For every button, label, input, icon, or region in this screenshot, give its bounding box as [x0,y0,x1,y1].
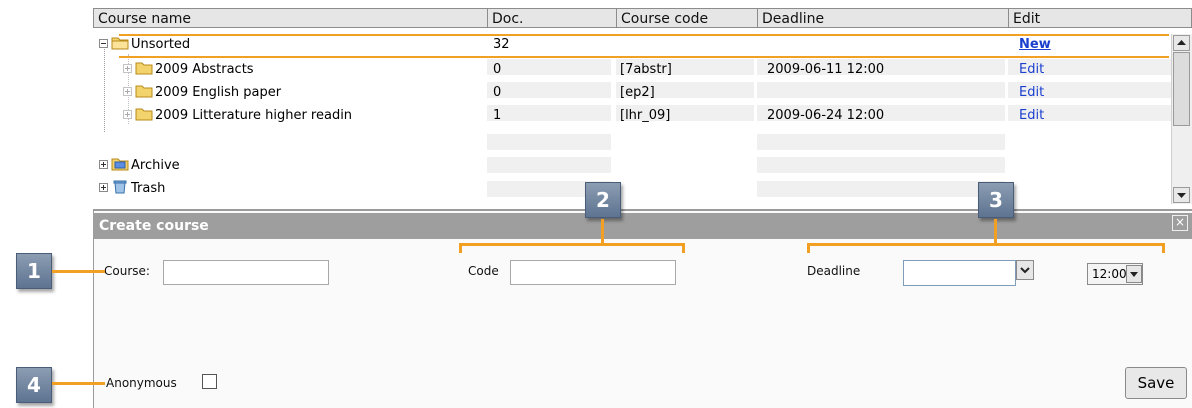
expand-icon[interactable] [123,87,132,96]
archive-folder-icon [111,158,129,171]
panel-header [93,213,1192,239]
callout-bracket-2 [459,243,685,246]
folder-label: Trash [131,181,166,196]
deadline: 2009-06-11 12:00 [767,62,885,77]
column-header-doc[interactable]: Doc. [487,8,617,28]
callout-line-4 [52,382,105,385]
callout-line-3 [994,219,997,245]
trash-icon [113,180,127,194]
triangle-down-icon [1130,272,1138,277]
callout-badge-3: 3 [978,182,1014,218]
deadline: 2009-06-24 12:00 [767,108,885,123]
expand-icon[interactable] [99,160,108,169]
callout-badge-1: 1 [16,253,52,289]
folder-archive[interactable]: Archive [93,155,473,177]
course-code: [ep2] [620,85,655,100]
course-name: 2009 English paper [155,85,282,100]
expand-icon[interactable] [99,183,108,192]
doc-count: 32 [493,37,510,52]
table-scrollbar[interactable] [1171,34,1192,204]
column-header-edit[interactable]: Edit [1008,8,1192,28]
row-highlight-top [119,34,1169,36]
column-header-course-name[interactable]: Course name [93,8,488,28]
course-name: 2009 Litterature higher readin [155,108,353,123]
edit-link[interactable]: Edit [1019,105,1044,127]
time-dropdown-button[interactable] [1126,265,1142,283]
edit-link[interactable]: Edit [1019,82,1044,104]
scroll-thumb[interactable] [1173,52,1190,126]
arrow-up-icon [1177,40,1186,45]
callout-badge-2: 2 [585,182,621,218]
table-row[interactable]: 2009 Abstracts 0 [7abstr] 2009-06-11 12:… [93,59,1168,81]
doc-count: 0 [493,62,502,77]
panel-title: Create course [99,218,209,234]
course-label: Course: [104,264,150,278]
date-picker-button[interactable] [1016,260,1034,280]
folder-icon [135,62,153,75]
course-name: Unsorted [131,37,191,52]
expand-icon[interactable] [123,110,132,119]
course-name: 2009 Abstracts [155,62,254,77]
course-code: [lhr_09] [620,108,671,123]
expand-icon[interactable] [123,64,132,73]
folder-icon [135,108,153,121]
doc-count: 1 [493,108,502,123]
course-name-input[interactable] [163,260,329,285]
arrow-down-icon [1177,193,1186,198]
anonymous-checkbox[interactable] [202,374,217,389]
folder-icon [135,85,153,98]
callout-line-2 [601,219,604,245]
doc-count: 0 [493,85,502,100]
deadline-label: Deadline [807,264,861,278]
course-code: [7abstr] [620,62,672,77]
course-code-input[interactable] [510,260,676,285]
collapse-icon[interactable] [99,39,108,48]
anonymous-label: Anonymous [106,376,177,390]
chevron-down-icon [1020,267,1030,274]
callout-badge-4: 4 [16,367,52,403]
folder-trash[interactable]: Trash [93,178,473,200]
folder-label: Archive [131,158,180,173]
table-row-unsorted[interactable]: Unsorted 32 New [93,34,1168,56]
table-row[interactable]: 2009 English paper 0 [ep2] Edit [93,82,1168,104]
new-link[interactable]: New [1019,34,1051,56]
deadline-date-input[interactable] [903,260,1016,286]
code-label: Code [468,264,499,278]
edit-link[interactable]: Edit [1019,59,1044,81]
panel-divider [93,209,1192,211]
row-highlight-bottom [119,56,1169,58]
time-select[interactable]: 12:00 [1087,263,1143,285]
column-header-deadline[interactable]: Deadline [757,8,1009,28]
scroll-up-button[interactable] [1173,35,1190,51]
callout-bracket-3 [807,243,1165,246]
scroll-down-button[interactable] [1173,187,1190,203]
callout-line-1 [52,270,105,273]
close-icon[interactable]: × [1172,215,1188,231]
time-value: 12:00 [1092,267,1127,281]
course-table: Course name Doc. Course code Deadline Ed… [93,8,1192,209]
column-header-course-code[interactable]: Course code [616,8,758,28]
table-row[interactable]: 2009 Litterature higher readin 1 [lhr_09… [93,105,1168,127]
save-button[interactable]: Save [1125,367,1187,399]
folder-open-icon [111,37,129,50]
